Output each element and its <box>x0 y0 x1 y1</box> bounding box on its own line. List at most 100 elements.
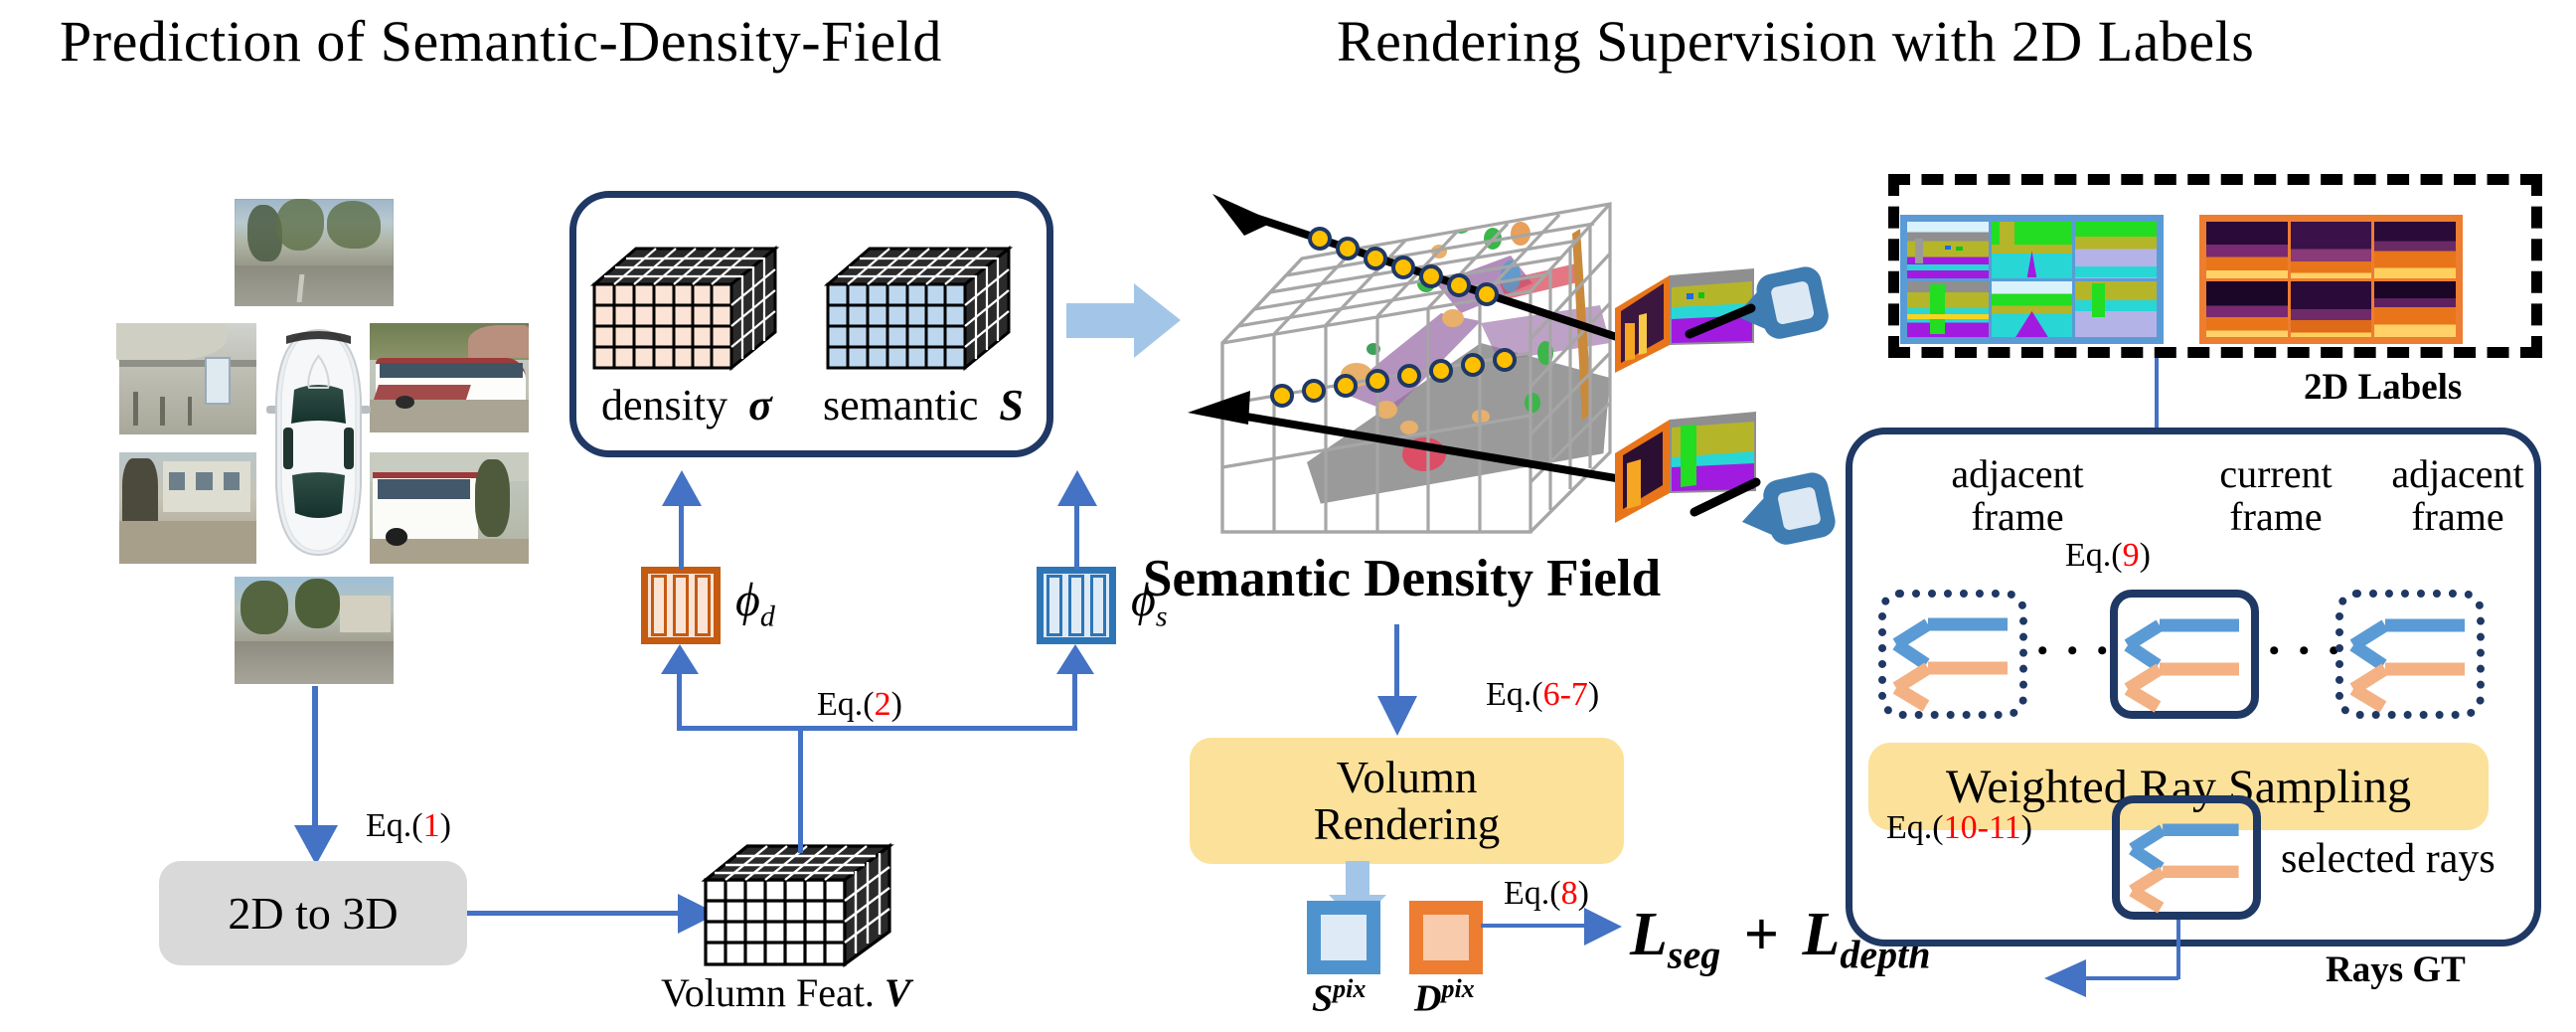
multi-camera-view <box>116 179 566 684</box>
d-pix-letter: D <box>1414 977 1442 1020</box>
phi-s-output-head <box>1057 470 1097 506</box>
eq-10-11-prefix: Eq.( <box>1886 809 1944 846</box>
arrow-2d3d-to-volume-shaft <box>467 911 681 916</box>
current-line1: current <box>2219 451 2333 496</box>
rays-to-loss-shaft-vertical <box>2176 920 2180 979</box>
volume-rendering-box[interactable]: Volumn Rendering <box>1190 738 1624 864</box>
arrow-dpix-to-loss-head <box>1584 908 1622 946</box>
eq-1-label: Eq.(1) <box>366 807 451 845</box>
eq-6-7-number: 6-7 <box>1542 676 1588 713</box>
two-d-labels-caption: 2D Labels <box>2304 367 2463 408</box>
arrow-image-to-2d3d-head <box>294 825 338 865</box>
loss-plus-sign: + <box>1743 901 1780 968</box>
left-section-title: Prediction of Semantic-Density-Field <box>60 9 942 74</box>
eq-2-prefix: Eq.( <box>817 686 875 723</box>
seg-tile <box>1907 280 1989 337</box>
density-label-text: density <box>601 381 728 430</box>
s-pix-output <box>1307 901 1380 974</box>
eq-8-suffix: ) <box>1577 875 1589 912</box>
semantic-cube-label: semantic S <box>823 380 1024 430</box>
phi-d-output-shaft <box>679 502 684 570</box>
d-pix-sup: pix <box>1441 974 1475 1003</box>
s-pix-sup: pix <box>1333 974 1367 1003</box>
eq-8-number: 8 <box>1560 875 1578 912</box>
volume-branch-left <box>677 666 682 728</box>
section-transition-arrow <box>1066 283 1181 358</box>
rays-to-loss-head <box>2044 959 2086 997</box>
volume-branch-bar <box>677 726 1077 731</box>
phi-d-subscript: d <box>759 600 775 633</box>
selected-rays-label: selected rays <box>2281 836 2496 882</box>
current-frame-box[interactable] <box>2110 590 2259 719</box>
depth-tile <box>2206 222 2288 278</box>
s-pix-letter: S <box>1312 977 1334 1020</box>
eq-8-label: Eq.(8) <box>1504 875 1589 913</box>
s-pix-label: Spix <box>1312 974 1366 1021</box>
eq-9-label: Eq.(9) <box>2065 537 2151 575</box>
eq-8-prefix: Eq.( <box>1504 875 1561 912</box>
density-cube-label: density σ <box>601 380 772 430</box>
seg-tile <box>2075 280 2157 337</box>
depth-tile <box>2290 222 2372 278</box>
eq-2-number: 2 <box>874 686 891 723</box>
eq-6-7-label: Eq.(6-7) <box>1486 676 1599 714</box>
arrow-to-phi-d-head <box>661 644 699 674</box>
phi-d-label: ϕd <box>735 573 775 634</box>
two-d-to-three-d-label: 2D to 3D <box>228 888 399 939</box>
semantic-symbol: S <box>999 381 1024 430</box>
volume-feature-symbol: V <box>884 970 911 1015</box>
volume-feature-text: Volumn Feat. <box>661 970 875 1015</box>
density-cube <box>588 237 787 376</box>
arrow-field-to-render-head <box>1377 696 1417 736</box>
adjacent-left-line1: adjacent <box>1951 451 2084 496</box>
current-frame-caption: current frame <box>2191 451 2360 540</box>
camera-image-front <box>235 199 394 306</box>
eq-10-11-number: 10-11 <box>1943 809 2021 846</box>
phi-s-mlp <box>1037 567 1116 644</box>
volume-rendering-line1: Volumn <box>1336 752 1478 802</box>
selected-rays-box[interactable] <box>2112 795 2261 920</box>
rays-to-loss-shaft-horizontal <box>2083 976 2178 980</box>
segmentation-labels-grid <box>1900 215 2164 344</box>
camera-image-front-left <box>116 323 256 434</box>
camera-image-back <box>235 577 394 684</box>
eq-9-number: 9 <box>2122 537 2140 574</box>
camera-ray-top <box>1685 303 1756 339</box>
depth-tile <box>2374 222 2456 278</box>
eq-1-suffix: ) <box>439 807 451 844</box>
ego-vehicle-icon <box>266 328 371 557</box>
eq-2-suffix: ) <box>890 686 902 723</box>
seg-tile <box>2075 222 2157 278</box>
depth-tile <box>2206 280 2288 337</box>
two-d-to-three-d-box[interactable]: 2D to 3D <box>159 861 467 965</box>
eq-10-11-label: Eq.(10-11) <box>1886 809 2032 847</box>
arrow-dpix-to-loss-shaft <box>1481 924 1588 928</box>
d-pix-output <box>1409 901 1483 974</box>
current-line2: frame <box>2229 494 2323 540</box>
arrow-image-to-2d3d-shaft <box>312 686 318 835</box>
camera-image-front-right <box>370 323 529 432</box>
semantic-label-text: semantic <box>823 381 979 430</box>
seg-tile <box>1991 280 2073 337</box>
phi-s-output-shaft <box>1074 502 1079 570</box>
volume-rendering-line2: Rendering <box>1313 798 1501 849</box>
labels-to-rays-connector <box>2155 358 2159 430</box>
adjacent-frame-left-box[interactable] <box>1878 590 2027 719</box>
right-section-title: Rendering Supervision with 2D Labels <box>1337 9 2255 74</box>
volume-branch-stem <box>798 726 803 853</box>
eq-2-label: Eq.(2) <box>817 686 902 724</box>
semantic-cube <box>822 237 1021 376</box>
adjacent-right-line2: frame <box>2411 494 2504 540</box>
seg-tile <box>1991 222 2073 278</box>
density-symbol: σ <box>748 381 772 430</box>
eq-10-11-suffix: ) <box>2020 809 2032 846</box>
volume-feature-label: Volumn Feat. V <box>661 969 911 1016</box>
eq-9-prefix: Eq.( <box>2065 537 2123 574</box>
adjacent-frame-right-box[interactable] <box>2335 590 2485 719</box>
phi-d-symbol: ϕ <box>735 574 760 626</box>
adjacent-frame-left-caption: adjacent frame <box>1923 451 2112 539</box>
adjacent-frame-right-caption: adjacent frame <box>2363 452 2552 540</box>
depth-labels-grid <box>2199 215 2463 344</box>
depth-tile <box>2290 280 2372 337</box>
phi-d-output-head <box>662 470 702 506</box>
